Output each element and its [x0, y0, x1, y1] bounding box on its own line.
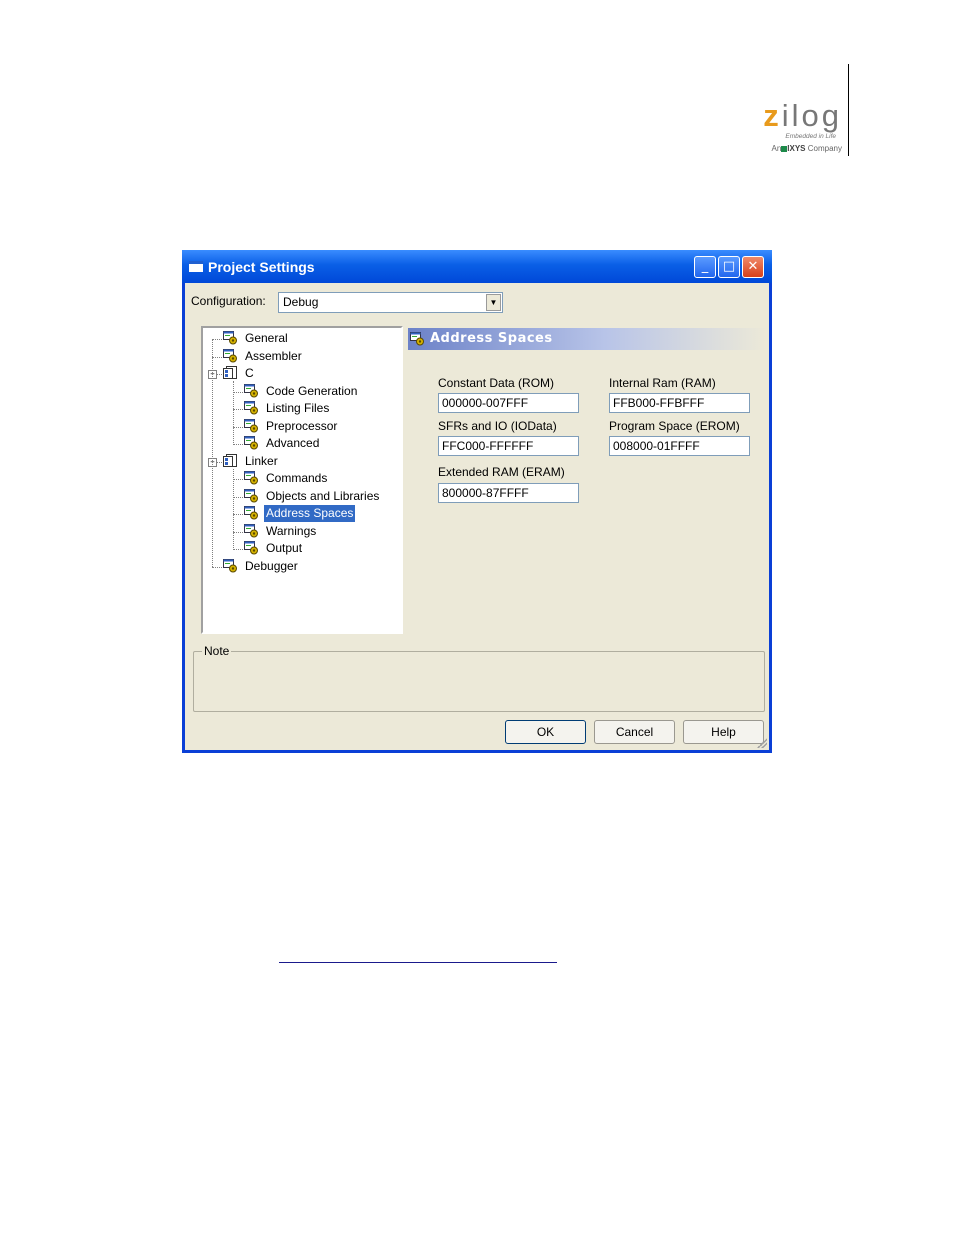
iodata-label: SFRs and IO (IOData)	[438, 419, 557, 433]
ram-label: Internal Ram (RAM)	[609, 376, 716, 390]
tree-item-label: Output	[266, 541, 303, 555]
rom-label: Constant Data (ROM)	[438, 376, 555, 390]
tree-connector	[233, 391, 243, 393]
settings-page-icon	[410, 331, 425, 346]
minimize-button[interactable]: _	[694, 256, 716, 278]
tree-item-label: Objects and Libraries	[266, 488, 380, 503]
settings-page-icon	[244, 471, 259, 485]
settings-page-icon	[244, 541, 259, 555]
logo-wordmark: zilog	[763, 98, 842, 133]
configuration-value: Debug	[283, 295, 319, 309]
page-header: Address Spaces	[408, 328, 766, 350]
rom-field[interactable]: 000000-007FFF	[438, 393, 579, 413]
tree-item-label: Assembler	[245, 348, 302, 363]
tree-connector	[233, 468, 234, 550]
settings-page-icon	[244, 488, 259, 503]
tree-connector	[212, 356, 222, 358]
tree-item-label: Linker	[245, 453, 278, 468]
page-title: Address Spaces	[430, 331, 553, 346]
cancel-button[interactable]: Cancel	[594, 720, 675, 744]
tree-connector	[233, 426, 243, 428]
settings-page-icon	[223, 558, 238, 573]
settings-page-icon	[244, 506, 259, 520]
tree-item-label: Code Generation	[266, 383, 358, 398]
title-bar[interactable]: Project Settings _ □ ✕	[182, 250, 772, 283]
window-icon	[189, 261, 203, 272]
note-label: Note	[202, 644, 232, 658]
chevron-down-icon[interactable]: ▼	[486, 294, 501, 311]
erom-label: Program Space (EROM)	[609, 419, 740, 433]
resize-grip-icon[interactable]	[757, 738, 767, 748]
close-button[interactable]: ✕	[742, 256, 764, 278]
tree-item-label: C	[245, 366, 254, 380]
tree-connector	[233, 409, 243, 410]
project-settings-dialog: Project Settings _ □ ✕ Configuration: De…	[182, 250, 772, 753]
logo-divider	[848, 64, 849, 156]
settings-page-icon	[244, 383, 259, 398]
logo-tagline: Embedded in Life	[785, 133, 836, 140]
help-button[interactable]: Help	[683, 720, 764, 744]
tree-connector	[233, 531, 243, 533]
settings-page-icon	[244, 436, 259, 450]
tree-item-label: Preprocessor	[266, 418, 338, 433]
tree-connector	[212, 339, 222, 340]
tree-connector	[212, 339, 213, 567]
tree-connector	[233, 496, 243, 498]
eram-field[interactable]: 800000-87FFFF	[438, 483, 579, 503]
eram-label: Extended RAM (ERAM)	[438, 465, 565, 479]
logo-company: An IXYS Company	[771, 144, 842, 153]
tree-item-label: Debugger	[245, 558, 298, 573]
tree-connector	[233, 444, 243, 445]
ok-button[interactable]: OK	[505, 720, 586, 744]
settings-page-icon	[223, 348, 238, 363]
tree-item-label: Warnings	[266, 523, 317, 538]
settings-page-icon	[244, 523, 259, 538]
tree-item-label: Commands	[266, 471, 328, 485]
settings-page-icon	[244, 418, 259, 433]
folder-pages-icon	[223, 453, 238, 468]
tree-item-label: Advanced	[266, 436, 320, 450]
folder-pages-icon	[223, 366, 238, 380]
note-group: Note	[193, 644, 765, 712]
settings-tree[interactable]: General Assembler C – Code Generation Listing…	[201, 326, 403, 634]
erom-field[interactable]: 008000-01FFFF	[609, 436, 750, 456]
configuration-label: Configuration:	[191, 294, 266, 308]
zilog-logo: zilog Embedded in Life An IXYS Company	[760, 100, 846, 158]
window-title: Project Settings	[208, 259, 315, 275]
tree-item-label: Listing Files	[266, 401, 330, 415]
link-underline	[279, 962, 557, 963]
tree-item-label: General	[245, 331, 288, 345]
tree-connector	[233, 381, 234, 445]
tree-connector	[233, 549, 243, 550]
tree-connector	[233, 514, 243, 515]
tree-item-label: Address Spaces	[264, 505, 356, 522]
tree-connector	[233, 479, 243, 480]
maximize-button[interactable]: □	[718, 256, 740, 278]
settings-page-icon	[244, 401, 259, 415]
iodata-field[interactable]: FFC000-FFFFFF	[438, 436, 579, 456]
settings-page-icon	[223, 331, 238, 345]
ram-field[interactable]: FFB000-FFBFFF	[609, 393, 750, 413]
tree-connector	[212, 566, 222, 568]
configuration-select[interactable]: Debug ▼	[278, 292, 503, 313]
